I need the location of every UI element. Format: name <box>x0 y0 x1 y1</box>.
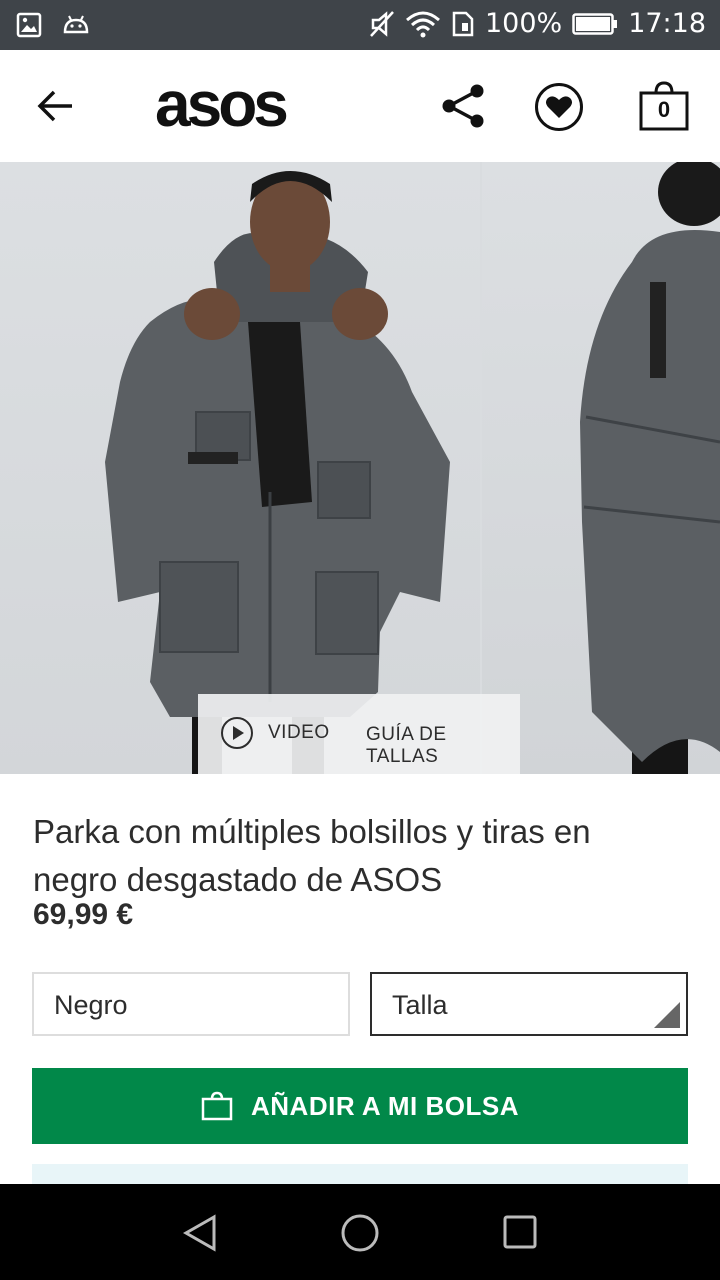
status-bar: 100% 17:18 <box>0 0 720 50</box>
battery-icon <box>572 12 618 36</box>
size-guide-link[interactable]: GUÍA DE TALLAS <box>366 724 520 768</box>
share-icon <box>442 84 484 128</box>
share-button[interactable] <box>440 82 488 130</box>
app-header: asos 0 <box>0 50 720 162</box>
media-options-strip: VIDEO GUÍA DE TALLAS <box>198 694 520 774</box>
asos-logo[interactable]: asos <box>155 72 289 136</box>
status-left-icons <box>16 12 90 38</box>
bag-button[interactable]: 0 <box>638 80 690 132</box>
bag-count: 0 <box>657 97 671 122</box>
nav-home-icon[interactable] <box>340 1213 380 1253</box>
product-price: 69,99 € <box>33 898 134 931</box>
add-to-bag-button[interactable]: AÑADIR A MI BOLSA <box>32 1068 688 1144</box>
product-image-front[interactable] <box>0 162 480 774</box>
wifi-icon <box>405 10 441 38</box>
clock: 17:18 <box>628 8 706 39</box>
sim-icon <box>451 10 475 38</box>
product-image-back[interactable] <box>482 162 720 774</box>
product-title: Parka con múltiples bolsillos y tiras en… <box>33 813 591 898</box>
dropdown-corner-icon <box>654 1002 680 1028</box>
status-right: 100% 17:18 <box>369 8 706 39</box>
size-select[interactable]: Talla <box>370 972 688 1036</box>
battery-percent: 100% <box>484 8 563 39</box>
system-nav-bar <box>0 1184 720 1280</box>
back-button[interactable] <box>36 88 76 124</box>
bag-icon <box>201 1091 233 1121</box>
product-gallery[interactable]: VIDEO GUÍA DE TALLAS <box>0 162 720 774</box>
heart-icon <box>535 83 583 131</box>
colour-select[interactable]: Negro <box>32 972 350 1036</box>
nav-recents-icon[interactable] <box>502 1214 538 1250</box>
video-label: VIDEO <box>268 722 330 743</box>
back-arrow-icon <box>37 90 72 122</box>
android-icon <box>62 12 90 38</box>
save-favourite-button[interactable] <box>534 82 584 132</box>
colour-value: Negro <box>54 990 128 1020</box>
gallery-icon <box>16 12 42 38</box>
add-to-bag-label: AÑADIR A MI BOLSA <box>250 1090 519 1121</box>
size-placeholder: Talla <box>392 990 448 1020</box>
play-icon <box>221 717 253 749</box>
mute-icon <box>369 9 395 39</box>
video-button[interactable]: VIDEO <box>220 716 330 750</box>
info-banner <box>32 1164 688 1184</box>
nav-back-icon[interactable] <box>182 1214 218 1252</box>
